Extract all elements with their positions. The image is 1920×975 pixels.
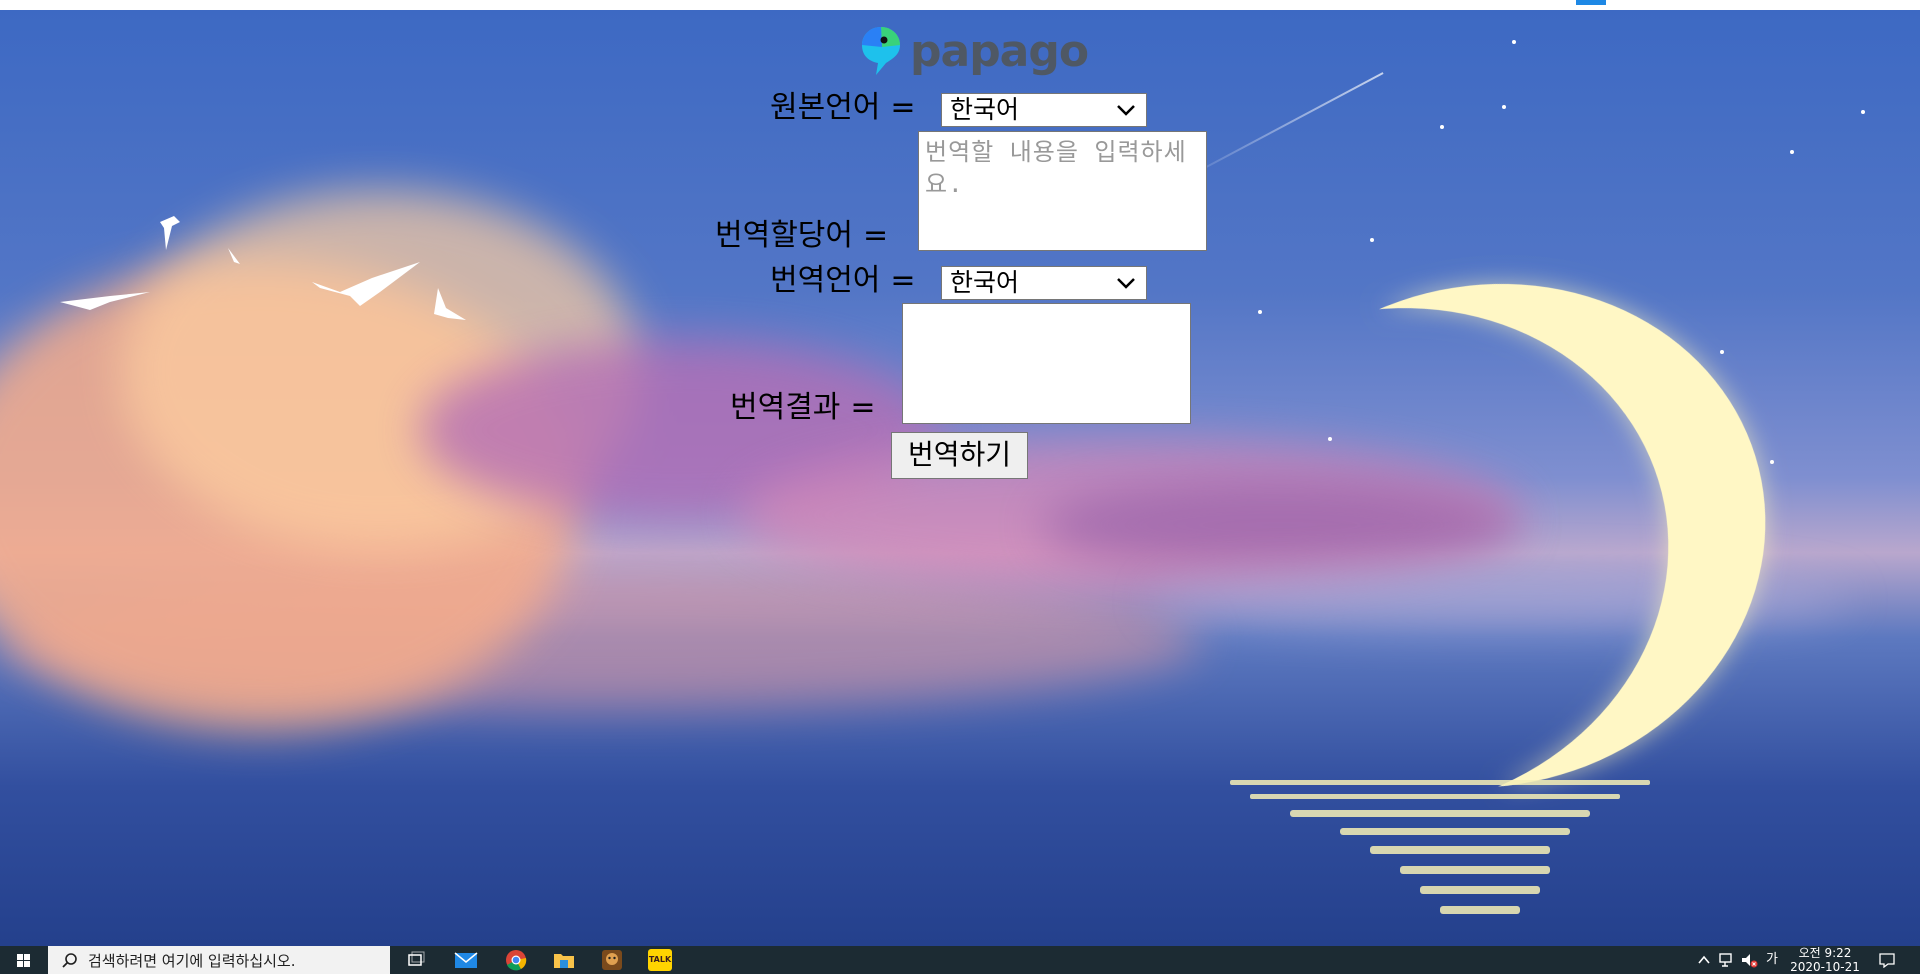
chrome-icon[interactable] bbox=[504, 949, 528, 971]
star bbox=[1861, 110, 1865, 114]
seagulls bbox=[60, 216, 466, 320]
search-placeholder: 검색하려면 여기에 입력하십시오. bbox=[88, 952, 296, 970]
notification-icon[interactable] bbox=[1878, 952, 1896, 968]
logo-text: papago bbox=[910, 25, 1089, 77]
target-lang-label-row: 번역언어 = bbox=[770, 263, 916, 299]
papago-logo: papago bbox=[860, 24, 1089, 78]
star bbox=[1258, 310, 1262, 314]
result-text-output[interactable] bbox=[902, 303, 1191, 424]
source-text-label-row: 번역할당어 = bbox=[715, 218, 888, 254]
source-text-input[interactable]: 번역할 내용을 입력하세요. bbox=[918, 131, 1207, 251]
mail-icon[interactable] bbox=[454, 949, 478, 971]
translate-button[interactable]: 번역하기 bbox=[891, 432, 1028, 479]
star bbox=[1440, 125, 1444, 129]
result-label-row: 번역결과 = bbox=[730, 390, 876, 426]
browser-top-bar bbox=[0, 0, 1920, 10]
star bbox=[1502, 105, 1506, 109]
star bbox=[1790, 150, 1794, 154]
shooting-star bbox=[1179, 72, 1384, 182]
windows-start-icon[interactable] bbox=[0, 946, 46, 974]
source-lang-label: 원본언어 bbox=[770, 90, 881, 125]
source-lang-label-row: 원본언어 = bbox=[770, 90, 916, 126]
search-icon bbox=[62, 953, 77, 968]
source-language-value: 한국어 bbox=[950, 95, 1020, 124]
papago-parrot-icon bbox=[862, 27, 900, 75]
star bbox=[1720, 350, 1724, 354]
star bbox=[1370, 238, 1374, 242]
star bbox=[1770, 460, 1774, 464]
target-language-select[interactable]: 한국어 bbox=[941, 266, 1147, 300]
moon-reflection bbox=[1230, 780, 1650, 914]
taskbar-search-box[interactable]: 검색하려면 여기에 입력하십시오. bbox=[48, 946, 390, 974]
source-text-label: 번역할당어 bbox=[715, 218, 853, 253]
windows-taskbar: 검색하려면 여기에 입력하십시오. TALK 가 오전 9:22 2020-10… bbox=[0, 946, 1920, 974]
target-lang-label: 번역언어 bbox=[770, 263, 881, 298]
equals-sign: = bbox=[850, 390, 876, 425]
top-bar-indicator bbox=[1576, 0, 1606, 5]
chevron-down-icon bbox=[1117, 105, 1135, 116]
clock-time: 오전 9:22 bbox=[1798, 946, 1852, 960]
equals-sign: = bbox=[890, 90, 916, 125]
target-language-value: 한국어 bbox=[950, 268, 1020, 297]
network-icon[interactable] bbox=[1718, 952, 1736, 968]
star bbox=[1512, 40, 1516, 44]
task-view-icon[interactable] bbox=[404, 949, 428, 971]
equals-sign: = bbox=[863, 218, 889, 253]
kakaotalk-icon[interactable]: TALK bbox=[648, 949, 672, 971]
tray-chevron-icon[interactable] bbox=[1697, 953, 1711, 967]
volume-muted-icon[interactable] bbox=[1740, 952, 1758, 968]
game-app-icon[interactable] bbox=[600, 949, 624, 971]
chevron-down-icon bbox=[1117, 278, 1135, 289]
taskbar-clock[interactable]: 오전 9:22 2020-10-21 bbox=[1790, 946, 1860, 974]
file-explorer-icon[interactable] bbox=[552, 949, 576, 971]
ime-indicator[interactable]: 가 bbox=[1766, 946, 1778, 974]
source-language-select[interactable]: 한국어 bbox=[941, 93, 1147, 127]
clock-date: 2020-10-21 bbox=[1790, 960, 1860, 974]
source-text-placeholder: 번역할 내용을 입력하세요. bbox=[925, 138, 1187, 198]
equals-sign: = bbox=[890, 263, 916, 298]
result-label: 번역결과 bbox=[730, 390, 841, 425]
